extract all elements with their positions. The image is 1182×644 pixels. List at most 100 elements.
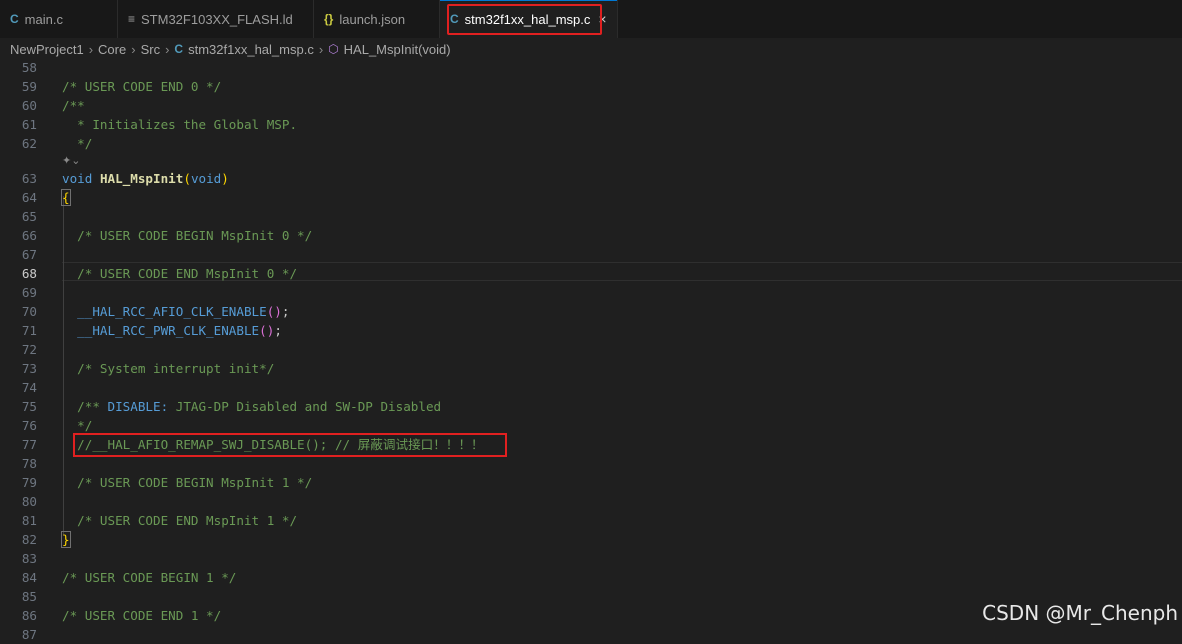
- bracket-match-box: [61, 189, 71, 206]
- line-number: 62: [21, 136, 37, 151]
- code-line: 72: [0, 340, 1182, 359]
- semicolon: ;: [281, 304, 290, 319]
- code-line: 58: [0, 58, 1182, 77]
- doc-tag: DISABLE:: [107, 399, 169, 414]
- line-number: 66: [21, 228, 37, 243]
- code-line: 60 /**: [0, 96, 1182, 115]
- line-number: 82: [21, 532, 37, 547]
- breadcrumb-item-file[interactable]: stm32f1xx_hal_msp.c: [188, 42, 314, 57]
- line-number: 81: [21, 513, 37, 528]
- line-number: 61: [21, 117, 37, 132]
- line-number: 74: [21, 380, 37, 395]
- code-line: 87: [0, 625, 1182, 644]
- code-line: 75 /** DISABLE: JTAG-DP Disabled and SW-…: [0, 397, 1182, 416]
- paren: (): [259, 323, 275, 338]
- code-line: 71 __HAL_RCC_PWR_CLK_ENABLE();: [0, 321, 1182, 340]
- line-number: 69: [21, 285, 37, 300]
- watermark: CSDN @Mr_Chenph: [982, 601, 1178, 625]
- c-file-icon: C: [174, 42, 184, 56]
- code-line: 70 __HAL_RCC_AFIO_CLK_ENABLE();: [0, 302, 1182, 321]
- macro: __HAL_RCC_PWR_CLK_ENABLE: [62, 323, 260, 338]
- line-number: 86: [21, 608, 37, 623]
- comment: /* USER CODE END MspInit 1 */: [62, 513, 298, 528]
- tab-label: main.c: [24, 11, 63, 27]
- comment: /* USER CODE BEGIN 1 */: [62, 570, 237, 585]
- line-number: 68: [21, 266, 37, 281]
- code-line: 68 /* USER CODE END MspInit 0 */: [0, 264, 1182, 283]
- line-number: 58: [21, 60, 37, 75]
- comment: /**: [62, 98, 85, 113]
- codelens-sparkle-icon[interactable]: ✦⌄: [62, 154, 80, 167]
- tab-annotation-box: [447, 4, 602, 35]
- code-line: 74: [0, 378, 1182, 397]
- comment: */: [62, 136, 93, 151]
- comment: * Initializes the Global MSP.: [62, 117, 298, 132]
- line-number: 80: [21, 494, 37, 509]
- comment-text: JTAG-DP Disabled and SW-DP Disabled: [168, 399, 442, 414]
- line-number: 73: [21, 361, 37, 376]
- code-line: 82}: [0, 530, 1182, 549]
- bracket-match-box: [61, 531, 71, 548]
- linker-file-icon: ≡: [128, 12, 136, 26]
- tab-launch-json[interactable]: {} launch.json: [314, 0, 440, 38]
- code-line: 69: [0, 283, 1182, 302]
- code-line: 84 /* USER CODE BEGIN 1 */: [0, 568, 1182, 587]
- chevron-right-icon: ›: [131, 41, 136, 57]
- line-number: 77: [21, 437, 37, 452]
- code-line: 78: [0, 454, 1182, 473]
- line-number: 83: [21, 551, 37, 566]
- breadcrumb-item-src[interactable]: Src: [141, 42, 161, 57]
- semicolon: ;: [274, 323, 282, 338]
- comment: /* USER CODE BEGIN MspInit 0 */: [62, 228, 313, 243]
- code-line: 80: [0, 492, 1182, 511]
- chevron-right-icon: ›: [318, 41, 324, 57]
- line-number: 70: [21, 304, 37, 319]
- comment: /* System interrupt init*/: [62, 361, 275, 376]
- line-number: 78: [21, 456, 37, 471]
- comment: /* USER CODE END MspInit 0 */: [62, 266, 298, 281]
- keyword: void: [62, 171, 93, 186]
- tab-flash-ld[interactable]: ≡ STM32F103XX_FLASH.ld: [118, 0, 314, 38]
- tab-label: launch.json: [339, 11, 406, 27]
- line-number: 75: [21, 399, 37, 414]
- line-number: 59: [21, 79, 37, 94]
- breadcrumb-item-project[interactable]: NewProject1: [10, 42, 84, 57]
- chevron-right-icon: ›: [88, 41, 94, 57]
- paren: (): [266, 304, 282, 319]
- c-file-icon: C: [10, 12, 19, 26]
- code-line: 73 /* System interrupt init*/: [0, 359, 1182, 378]
- line-number: 60: [21, 98, 37, 113]
- breadcrumb-item-core[interactable]: Core: [98, 42, 126, 57]
- breadcrumb: NewProject1 › Core › Src › C stm32f1xx_h…: [0, 38, 1182, 60]
- code-line: 66 /* USER CODE BEGIN MspInit 0 */: [0, 226, 1182, 245]
- comment: /* USER CODE END 0 */: [62, 79, 222, 94]
- tab-main-c[interactable]: C main.c: [0, 0, 118, 38]
- macro: __HAL_RCC_AFIO_CLK_ENABLE: [62, 304, 267, 319]
- line-number: 79: [21, 475, 37, 490]
- line-number: 65: [21, 209, 37, 224]
- comment-start: /**: [62, 399, 108, 414]
- line-number: 71: [21, 323, 37, 338]
- function-signature: void HAL_MspInit(void): [62, 169, 229, 188]
- comment: /* USER CODE END 1 */: [62, 608, 222, 623]
- code-line: 67: [0, 245, 1182, 264]
- function-name: HAL_MspInit: [99, 171, 184, 186]
- breadcrumb-item-symbol[interactable]: HAL_MspInit(void): [344, 42, 451, 57]
- code-editor[interactable]: 58 59 /* USER CODE END 0 */ 60 /** 61 * In…: [0, 58, 1182, 642]
- paren: ): [221, 171, 229, 186]
- line-number: 64: [21, 190, 37, 205]
- macro-call: __HAL_RCC_AFIO_CLK_ENABLE();: [62, 302, 289, 321]
- line-number: 72: [21, 342, 37, 357]
- code-line: 65: [0, 207, 1182, 226]
- code-line: 59 /* USER CODE END 0 */: [0, 77, 1182, 96]
- line-number: 67: [21, 247, 37, 262]
- method-cube-icon: ⬡: [328, 42, 339, 56]
- code-line: 61 * Initializes the Global MSP.: [0, 115, 1182, 134]
- keyword: void: [190, 171, 222, 186]
- paren: (: [183, 171, 191, 186]
- comment: /** DISABLE: JTAG-DP Disabled and SW-DP …: [62, 397, 441, 416]
- line-number: 76: [21, 418, 37, 433]
- line-number: 85: [21, 589, 37, 604]
- line-number: 84: [21, 570, 37, 585]
- chevron-right-icon: ›: [165, 41, 170, 57]
